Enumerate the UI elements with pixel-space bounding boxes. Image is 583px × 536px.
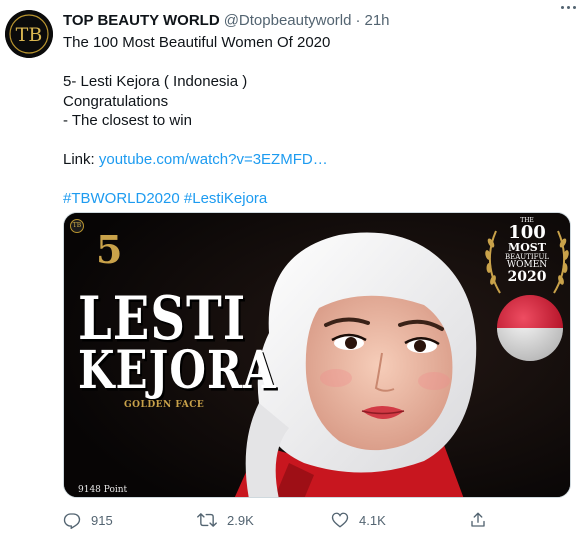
rank-number: 5 [96, 227, 123, 272]
tweet[interactable]: TB TOP BEAUTY WORLD @Dtopbeautyworld · 2… [0, 0, 583, 536]
separator-dot: · [355, 11, 361, 29]
hashtags[interactable]: #TBWORLD2020 #LestiKejora [63, 189, 563, 209]
link-prefix: Link: [63, 151, 99, 168]
laurel-100: 100 [508, 222, 546, 243]
overlay-points: 9148 Point [78, 485, 128, 495]
share-button[interactable] [469, 508, 497, 532]
tweet-media-image[interactable]: TB 5 LESTI KEJORA GOLDEN FACE 9148 Point… [63, 212, 571, 498]
tweet-line-rank: 5- Lesti Kejora ( Indonesia ) [63, 73, 248, 90]
avatar-logo-icon: TB [5, 10, 53, 58]
like-icon [331, 512, 349, 528]
author-handle[interactable]: @Dtopbeautyworld [224, 12, 352, 29]
laurel-year: 2020 [507, 269, 547, 285]
reply-count: 915 [91, 512, 113, 528]
more-options-icon[interactable] [559, 6, 579, 16]
tweet-actions: 915 2.9K 4.1K [63, 508, 503, 532]
tweet-time[interactable]: 21h [364, 12, 389, 29]
reply-icon [63, 513, 81, 529]
tweet-line-link: Link: youtube.com/watch?v=3EZMFD… [63, 150, 563, 170]
avatar-text: TB [16, 24, 43, 46]
retweet-icon [197, 513, 217, 527]
tweet-text: The 100 Most Beautiful Women Of 2020 5- … [63, 33, 563, 209]
overlay-name-last: KEJORA [78, 339, 277, 401]
laurel-title: THE 100 MOST BEAUTIFUL WOMEN 2020 [488, 218, 566, 285]
tweet-line-congrats: Congratulations [63, 92, 169, 110]
retweet-button[interactable]: 2.9K [197, 508, 254, 532]
tweet-line-title: The 100 Most Beautiful Women Of 2020 [63, 34, 331, 51]
reply-button[interactable]: 915 [63, 508, 113, 532]
author-name[interactable]: TOP BEAUTY WORLD [63, 12, 220, 29]
avatar[interactable]: TB [5, 10, 53, 58]
share-icon [471, 512, 485, 527]
tweet-header: TOP BEAUTY WORLD @Dtopbeautyworld · 21h [63, 10, 563, 30]
like-button[interactable]: 4.1K [331, 508, 386, 532]
retweet-count: 2.9K [227, 512, 254, 528]
youtube-link[interactable]: youtube.com/watch?v=3EZMFD… [99, 151, 328, 168]
laurel-most: MOST [508, 241, 546, 254]
overlay-subtitle: GOLDEN FACE [124, 400, 205, 410]
corner-logo-badge: TB [70, 219, 84, 233]
tweet-line-closest: - The closest to win [63, 112, 192, 129]
like-count: 4.1K [359, 512, 386, 528]
